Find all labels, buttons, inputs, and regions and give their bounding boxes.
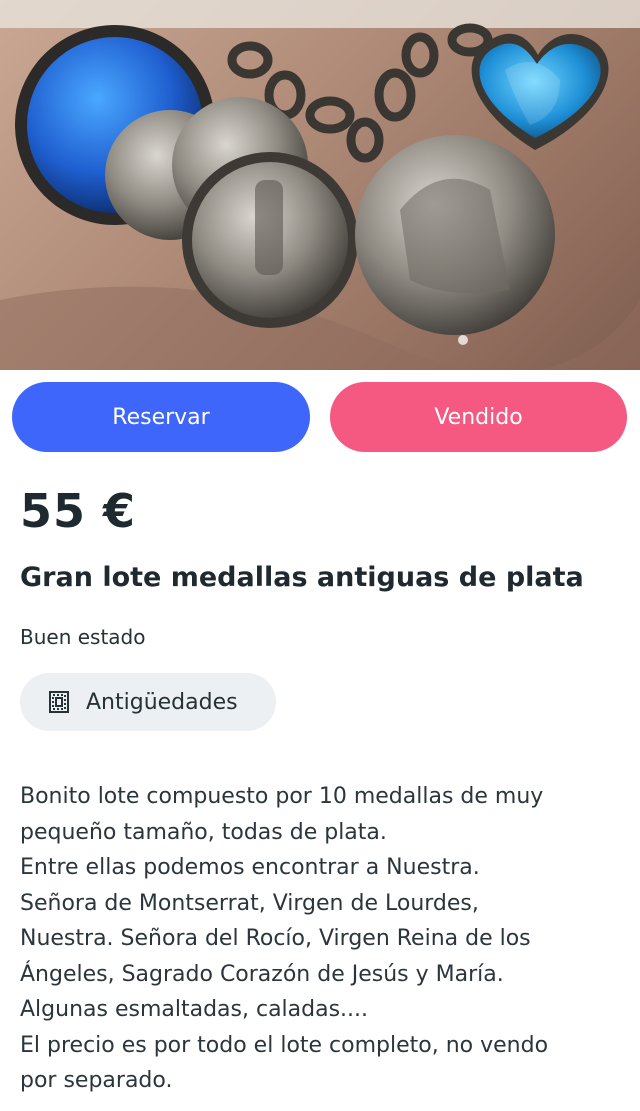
medals-illustration [0, 0, 640, 370]
carousel-dot[interactable] [458, 335, 468, 345]
listing-title: Gran lote medallas antiguas de plata [20, 562, 584, 593]
description-line: Señora de Montserrat, Virgen de Lourdes, [20, 890, 479, 916]
category-label: Antigüedades [86, 689, 238, 715]
description-line: Entre ellas podemos encontrar a Nuestra. [20, 855, 480, 880]
description-line: Ángeles, Sagrado Corazón de Jesús y Marí… [20, 961, 504, 987]
price: 55 € [20, 484, 137, 538]
description-line: Nuestra. Señora del Rocío, Virgen Reina … [20, 926, 531, 951]
reserve-button[interactable]: Reservar [12, 382, 310, 452]
description-line: Bonito lote compuesto por 10 medallas de… [20, 784, 544, 809]
category-chip[interactable]: Antigüedades [20, 673, 276, 731]
condition-label: Buen estado [20, 625, 146, 649]
description-line: por separado. [20, 1068, 173, 1093]
description-line: Algunas esmaltadas, caladas.... [20, 997, 369, 1022]
description: Bonito lote compuesto por 10 medallas de… [20, 779, 628, 1099]
description-line: El precio es por todo el lote completo, … [20, 1032, 549, 1058]
product-photo[interactable] [0, 0, 640, 370]
description-line: pequeño tamaño, todas de plata. [20, 819, 387, 845]
sold-button[interactable]: Vendido [330, 382, 627, 452]
category-icon [48, 690, 70, 714]
